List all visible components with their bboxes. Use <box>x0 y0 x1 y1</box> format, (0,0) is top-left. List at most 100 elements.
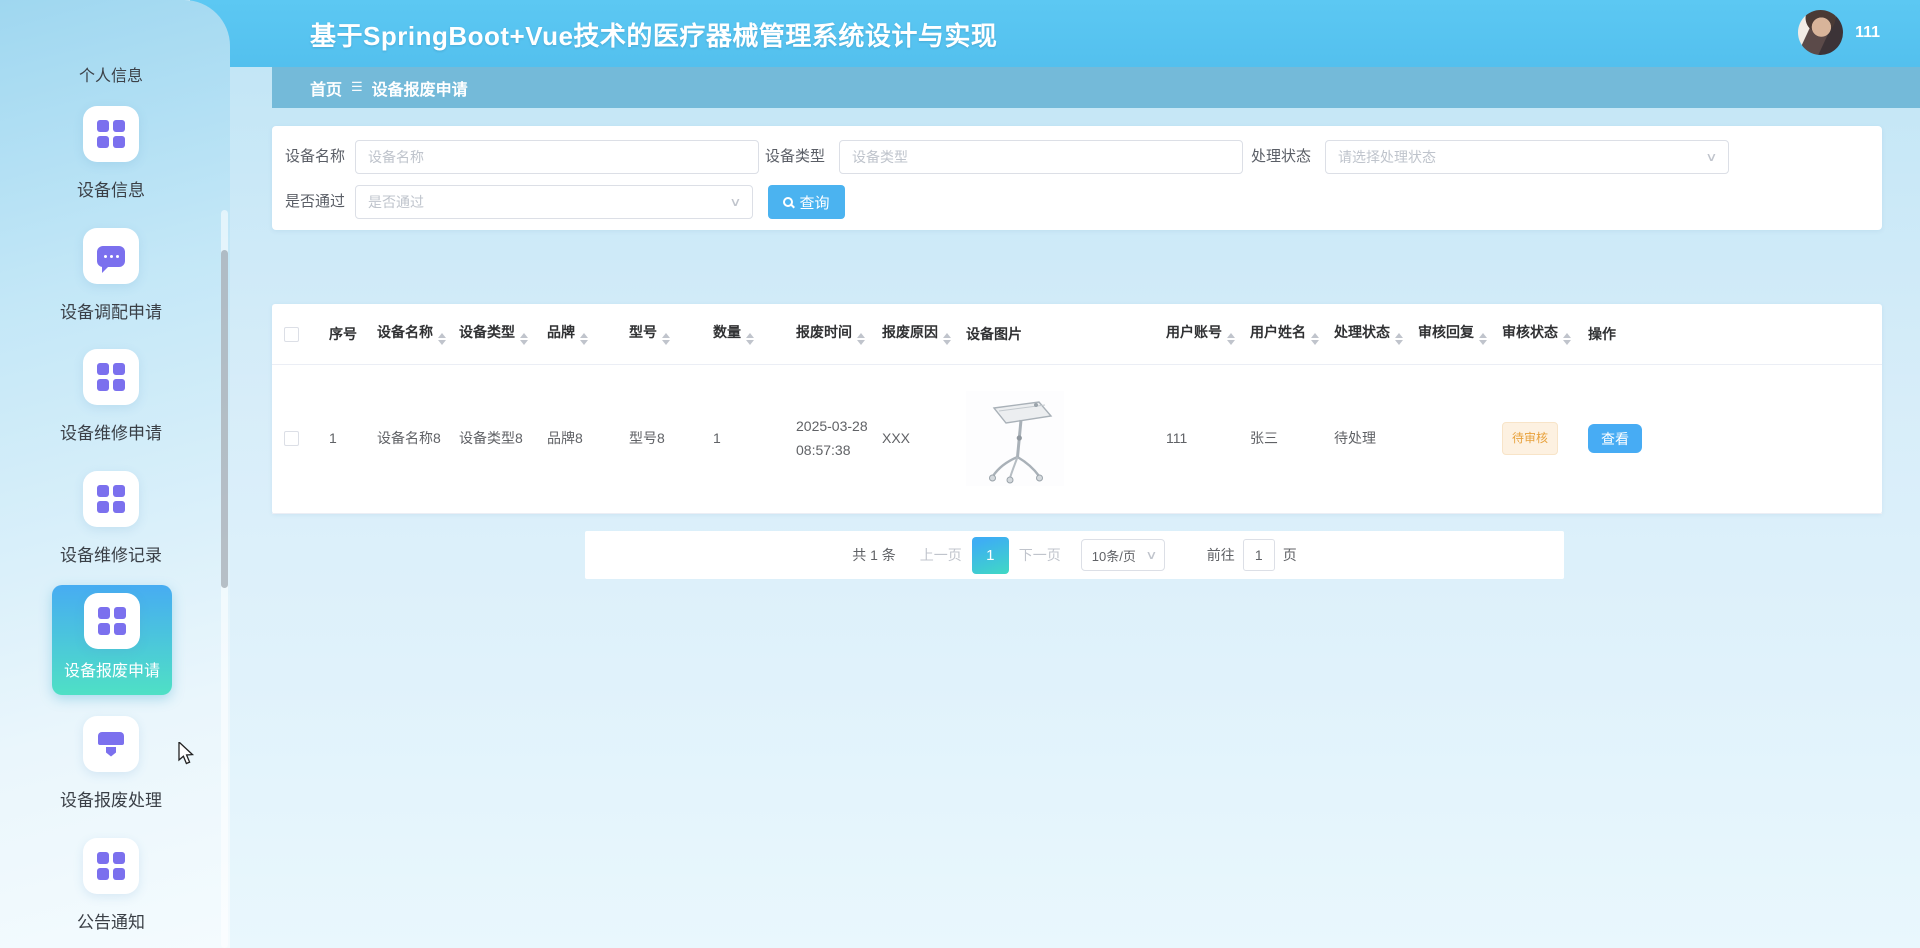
status-badge: 待审核 <box>1502 422 1558 454</box>
cell-device-name: 设备名称8 <box>365 364 447 513</box>
cell-model: 型号8 <box>617 364 701 513</box>
sidebar: 个人信息 设备信息 设备调配申请 设备维修申请 设备维修记录 设备报废申请 设备… <box>0 0 230 948</box>
sort-icon[interactable] <box>662 333 670 345</box>
sidebar-item-label: 设备信息 <box>0 176 222 201</box>
grid-icon <box>98 607 126 635</box>
scrap-apply-table: 序号 设备名称 设备类型 品牌 型号 数量 报废时间 报废原因 设备图片 用户账… <box>272 304 1882 514</box>
sidebar-item-label: 设备维修记录 <box>0 541 222 566</box>
cell-process-status: 待处理 <box>1322 364 1406 513</box>
sort-icon[interactable] <box>1563 333 1571 345</box>
avatar[interactable] <box>1798 10 1843 55</box>
sort-icon[interactable] <box>1311 333 1319 345</box>
breadcrumb-home[interactable]: 首页 <box>310 76 342 100</box>
breadcrumb-current: 设备报废申请 <box>372 76 468 100</box>
cell-audit-status: 待审核 <box>1490 364 1576 513</box>
select-all-checkbox[interactable] <box>284 327 299 342</box>
col-device-image: 设备图片 <box>954 304 1154 364</box>
goto-unit: 页 <box>1283 545 1297 565</box>
cell-user-account: 111 <box>1154 364 1238 513</box>
sidebar-item-notice[interactable]: 公告通知 <box>0 838 222 933</box>
row-checkbox[interactable] <box>284 431 299 446</box>
top-header: 基于SpringBoot+Vue技术的医疗器械管理系统设计与实现 111 <box>190 0 1920 67</box>
sidebar-item-repair-record[interactable]: 设备维修记录 <box>0 471 222 566</box>
sidebar-item-device-info[interactable]: 设备信息 <box>0 106 222 201</box>
cell-brand: 品牌8 <box>535 364 617 513</box>
view-button[interactable]: 查看 <box>1588 424 1642 453</box>
device-type-label: 设备类型 <box>765 140 825 174</box>
sort-icon[interactable] <box>438 333 446 345</box>
sidebar-item-label: 设备报废处理 <box>0 786 222 811</box>
cell-device-image <box>954 364 1154 513</box>
grid-icon <box>97 852 125 880</box>
sort-icon[interactable] <box>1395 333 1403 345</box>
sort-icon[interactable] <box>943 333 951 345</box>
sidebar-item-label: 设备报废申请 <box>52 657 172 681</box>
sidebar-item-label: 公告通知 <box>0 908 222 933</box>
breadcrumb: 首页 ☰ 设备报废申请 <box>272 67 1920 108</box>
sort-icon[interactable] <box>1479 333 1487 345</box>
chevron-down-icon: ∨ <box>1705 141 1717 173</box>
col-process-status[interactable]: 处理状态 <box>1322 304 1406 364</box>
sidebar-item-allocation-apply[interactable]: 设备调配申请 <box>0 228 222 323</box>
username: 111 <box>1855 24 1880 42</box>
sidebar-item-scrap-handle[interactable]: 设备报废处理 <box>0 716 222 811</box>
col-audit-reply[interactable]: 审核回复 <box>1406 304 1490 364</box>
total-count: 共 1 条 <box>852 545 896 565</box>
sort-icon[interactable] <box>1227 333 1235 345</box>
grid-icon <box>97 120 125 148</box>
cell-action: 查看 <box>1576 364 1882 513</box>
sort-icon[interactable] <box>746 333 754 345</box>
chevron-down-icon: ∨ <box>1145 548 1157 562</box>
page-1-button[interactable]: 1 <box>972 537 1009 574</box>
page-size-select[interactable]: 10条/页 ∨ <box>1081 539 1165 571</box>
device-type-input[interactable] <box>839 140 1243 174</box>
col-device-name[interactable]: 设备名称 <box>365 304 447 364</box>
sidebar-scrollbar-thumb[interactable] <box>221 250 228 588</box>
sidebar-item-label: 设备调配申请 <box>0 298 222 323</box>
col-model[interactable]: 型号 <box>617 304 701 364</box>
cell-index: 1 <box>317 364 365 513</box>
sidebar-item-label: 设备维修申请 <box>0 419 222 444</box>
sidebar-section-label: 个人信息 <box>0 62 222 86</box>
hamburger-icon: ☰ <box>351 79 363 95</box>
table-row: 1 设备名称8 设备类型8 品牌8 型号8 1 2025-03-28 08:57… <box>272 364 1882 513</box>
search-icon <box>783 197 793 207</box>
col-brand[interactable]: 品牌 <box>535 304 617 364</box>
col-scrap-time[interactable]: 报废时间 <box>784 304 870 364</box>
is-passed-select[interactable]: 是否通过 ∨ <box>355 185 753 219</box>
user-box: 111 <box>1798 10 1880 55</box>
goto-page-group: 前往 页 <box>1207 539 1297 571</box>
device-name-input[interactable] <box>355 140 759 174</box>
chat-icon <box>97 246 125 267</box>
table-header-row: 序号 设备名称 设备类型 品牌 型号 数量 报废时间 报废原因 设备图片 用户账… <box>272 304 1882 364</box>
cell-scrap-time: 2025-03-28 08:57:38 <box>784 364 870 513</box>
sidebar-item-scrap-apply-active[interactable]: 设备报废申请 <box>52 585 172 695</box>
sidebar-item-repair-apply[interactable]: 设备维修申请 <box>0 349 222 444</box>
process-status-label: 处理状态 <box>1251 140 1311 174</box>
col-scrap-reason[interactable]: 报废原因 <box>870 304 954 364</box>
sort-icon[interactable] <box>580 333 588 345</box>
next-page-button[interactable]: 下一页 <box>1019 545 1061 565</box>
page-title: 基于SpringBoot+Vue技术的医疗器械管理系统设计与实现 <box>310 16 997 53</box>
instrument-stand-photo[interactable] <box>966 391 1064 486</box>
col-audit-status[interactable]: 审核状态 <box>1490 304 1576 364</box>
sort-icon[interactable] <box>857 333 865 345</box>
col-user-name[interactable]: 用户姓名 <box>1238 304 1322 364</box>
cell-scrap-reason: XXX <box>870 364 954 513</box>
grid-icon <box>97 485 125 513</box>
cell-audit-reply <box>1406 364 1490 513</box>
process-status-select[interactable]: 请选择处理状态 ∨ <box>1325 140 1729 174</box>
col-device-type[interactable]: 设备类型 <box>447 304 535 364</box>
goto-page-input[interactable] <box>1243 539 1275 571</box>
prev-page-button[interactable]: 上一页 <box>920 545 962 565</box>
filter-panel: 设备名称 设备类型 处理状态 请选择处理状态 ∨ 是否通过 是否通过 ∨ 查询 <box>272 126 1882 230</box>
sort-icon[interactable] <box>520 333 528 345</box>
col-user-account[interactable]: 用户账号 <box>1154 304 1238 364</box>
col-index: 序号 <box>317 304 365 364</box>
col-quantity[interactable]: 数量 <box>701 304 784 364</box>
device-name-label: 设备名称 <box>285 140 345 174</box>
chevron-down-icon: ∨ <box>729 186 741 218</box>
search-button[interactable]: 查询 <box>768 185 845 219</box>
goto-label: 前往 <box>1207 545 1235 565</box>
col-action: 操作 <box>1576 304 1882 364</box>
